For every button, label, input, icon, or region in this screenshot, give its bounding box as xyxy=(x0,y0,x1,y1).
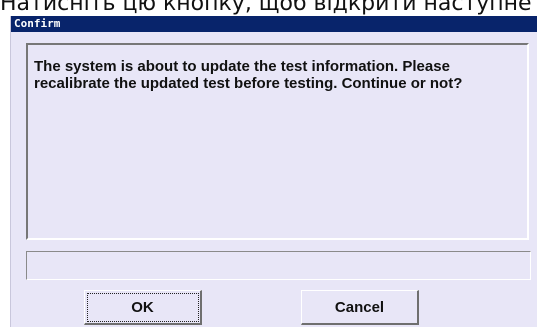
screen: Натисніть цю кнопку, щоб відкрити наступ… xyxy=(0,0,537,327)
message-box: The system is about to update the test i… xyxy=(26,43,529,240)
confirmation-message: The system is about to update the test i… xyxy=(34,58,463,92)
cancel-button-label: Cancel xyxy=(334,298,385,316)
ok-button[interactable]: OK xyxy=(84,290,202,325)
cancel-button[interactable]: Cancel xyxy=(301,290,419,325)
dialog-title-bar[interactable]: Confirm xyxy=(11,16,537,32)
cropped-page-caption: Натисніть цю кнопку, щоб відкрити наступ… xyxy=(0,0,537,16)
ok-button-label: OK xyxy=(131,298,154,316)
status-field xyxy=(26,251,531,280)
confirm-dialog: Confirm The system is about to update th… xyxy=(10,16,537,327)
dialog-title: Confirm xyxy=(14,17,61,30)
